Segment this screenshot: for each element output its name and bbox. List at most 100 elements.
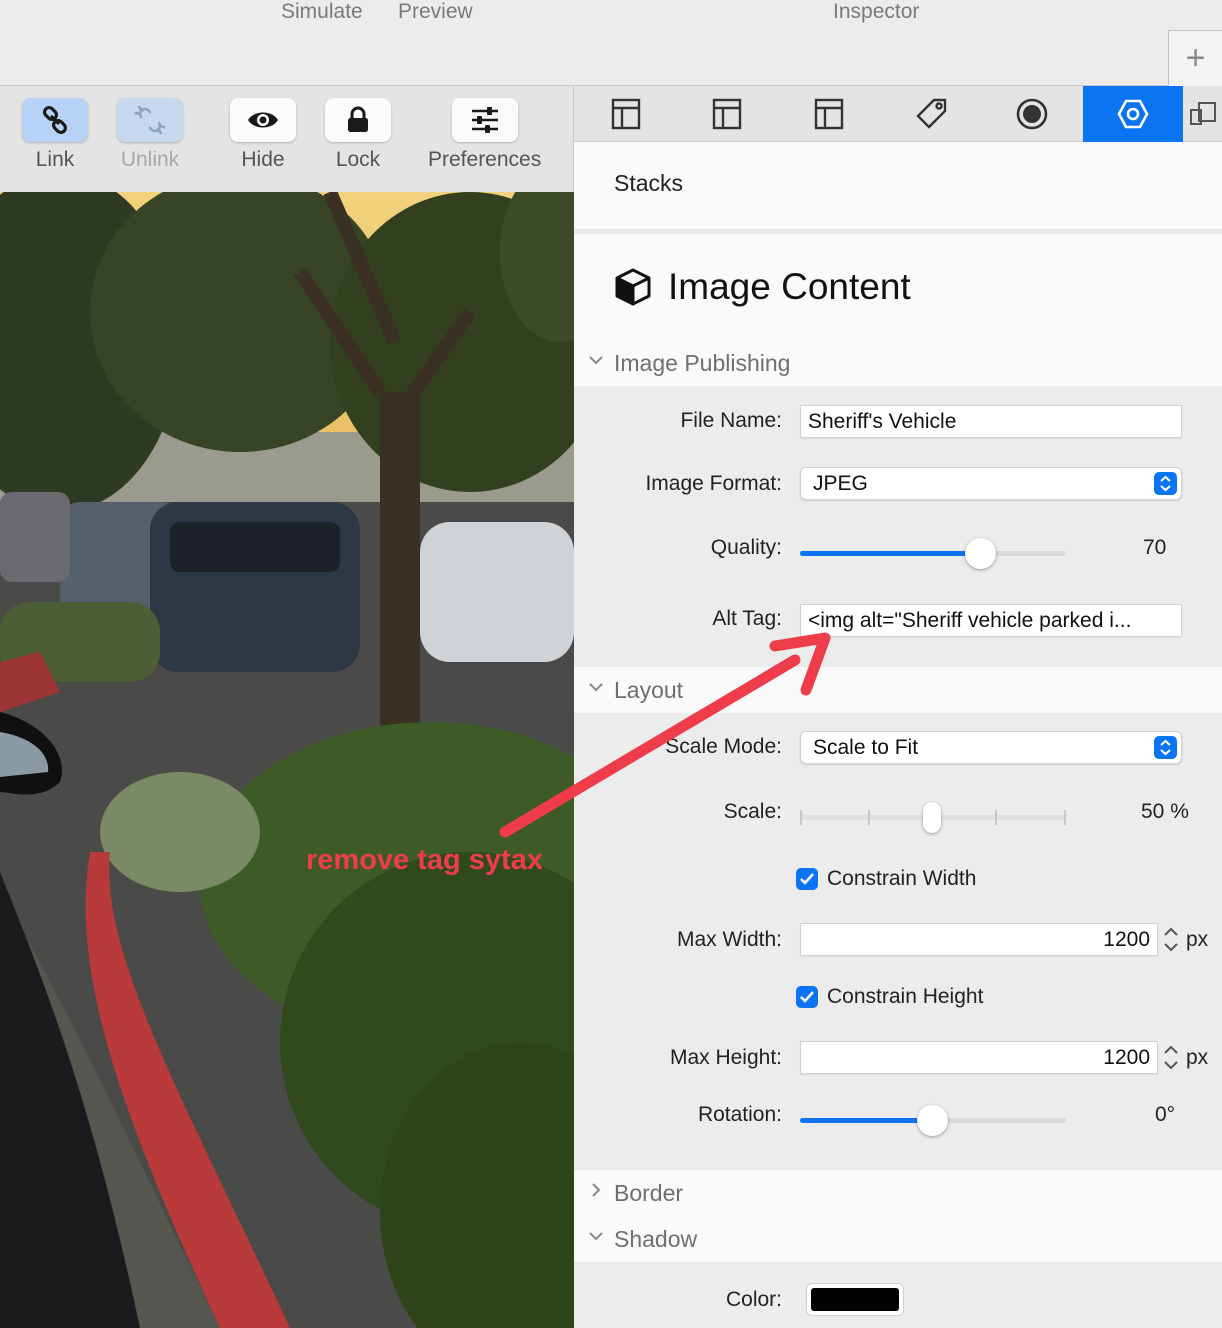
shadow-color-well[interactable] [806,1283,904,1316]
constrain-height-checkbox[interactable]: Constrain Height [796,985,983,1009]
scale-tick [995,810,997,825]
quality-slider-fill [800,551,980,556]
layout-icon [611,98,641,130]
scale-tick [1064,810,1066,825]
eye-icon [248,112,278,128]
section-title: Image Publishing [614,350,791,376]
layout-icon [712,98,742,130]
section-border[interactable]: Border [574,1170,1222,1216]
simulate-tab[interactable]: Simulate [281,0,363,24]
rotation-slider-knob[interactable] [917,1105,948,1136]
add-button[interactable]: + [1168,30,1222,86]
tab-layout-3[interactable] [779,86,879,142]
chevron-right-icon [592,1183,601,1197]
max-height-unit: px [1186,1046,1209,1069]
max-height-field[interactable]: 1200 [800,1041,1158,1074]
section-title: Border [614,1180,684,1206]
scale-label: Scale: [723,800,782,823]
image-format-value: JPEG [813,472,868,495]
scale-mode-select[interactable]: Scale to Fit [800,731,1182,764]
link-tool[interactable]: Link [22,98,88,172]
shadow-color-swatch [811,1288,899,1311]
preview-tab[interactable]: Preview [398,0,473,24]
unlink-tool[interactable]: Unlink [117,98,183,172]
max-width-field[interactable]: 1200 [800,923,1158,956]
max-height-stepper[interactable] [1160,1041,1182,1074]
canvas-photo[interactable] [0,192,574,1328]
section-layout[interactable]: Layout [574,667,1222,713]
inspector-tabs [574,86,1222,142]
plus-icon: + [1185,39,1206,77]
scale-value: 50 % [1141,800,1189,823]
devices-icon [1190,102,1216,125]
alt-tag-field[interactable]: <img alt="Sheriff vehicle parked i... [800,604,1182,637]
scale-tick [868,810,870,825]
tab-tag[interactable] [881,86,981,142]
lock-tool[interactable]: Lock [325,98,391,172]
toolbar: Link Unlink Hide Lock Preferences [0,86,574,192]
image-format-label: Image Format: [645,472,782,495]
breadcrumb-label: Stacks [614,170,684,196]
checkmark-icon [796,868,818,890]
max-height-label: Max Height: [669,1046,782,1069]
constrain-width-label: Constrain Width [827,867,977,890]
quality-label: Quality: [710,536,782,559]
link-button[interactable] [22,98,88,142]
tab-devices[interactable] [1184,86,1222,142]
top-bar: Simulate Preview Inspector + [0,0,1222,86]
sliders-icon [471,107,498,133]
lock-button[interactable] [325,98,391,142]
unlink-label: Unlink [120,148,180,171]
quality-slider[interactable] [800,551,1066,556]
rotation-value: 0° [1155,1103,1176,1126]
max-width-stepper[interactable] [1160,923,1182,956]
cube-icon [615,268,651,306]
quality-slider-knob[interactable] [964,538,996,569]
updown-arrows-icon [1154,472,1177,495]
checkmark-icon [796,986,818,1008]
hide-tool[interactable]: Hide [230,98,296,172]
file-name-label: File Name: [680,409,782,432]
scale-slider-knob[interactable] [923,802,941,833]
link-icon [42,105,68,135]
chevron-down-icon [589,683,603,692]
constrain-height-label: Constrain Height [827,985,984,1008]
quality-value: 70 [1143,536,1167,559]
inspector-header: Inspector [833,0,920,23]
constrain-width-checkbox[interactable]: Constrain Width [796,867,976,891]
hexagon-settings-icon [1117,99,1149,129]
annotation-text: remove tag sytax [306,844,543,876]
preferences-tool[interactable]: Preferences [428,98,541,172]
max-width-unit: px [1186,928,1209,951]
shadow-color-label: Color: [725,1288,782,1311]
file-name-field[interactable]: Sheriff's Vehicle [800,405,1182,438]
link-label: Link [35,148,75,171]
page-title: Image Content [614,266,911,308]
circle-icon [1016,98,1048,130]
breadcrumb: Stacks [574,142,1222,230]
section-shadow[interactable]: Shadow [574,1216,1222,1262]
lock-label: Lock [335,148,381,171]
unlink-button[interactable] [117,98,183,142]
chevron-down-icon [589,1232,603,1241]
image-format-select[interactable]: JPEG [800,467,1182,500]
max-width-label: Max Width: [676,928,782,951]
preferences-label: Preferences [428,148,542,171]
hide-button[interactable] [230,98,296,142]
layout-icon [814,98,844,130]
scale-mode-label: Scale Mode: [665,735,782,758]
section-image-publishing[interactable]: Image Publishing [574,340,1222,386]
tab-layout-2[interactable] [677,86,777,142]
updown-arrows-icon [1154,736,1177,759]
scale-tick [800,810,802,825]
tab-circle[interactable] [982,86,1082,142]
rotation-slider-fill [800,1118,933,1123]
unlink-icon [134,105,166,135]
preferences-button[interactable] [451,98,518,142]
section-title: Shadow [614,1226,698,1252]
lock-icon [348,106,368,132]
tab-settings[interactable] [1083,86,1183,142]
tag-icon [916,98,947,129]
tab-layout-1[interactable] [576,86,676,142]
parking-lot-photo [0,192,574,1328]
